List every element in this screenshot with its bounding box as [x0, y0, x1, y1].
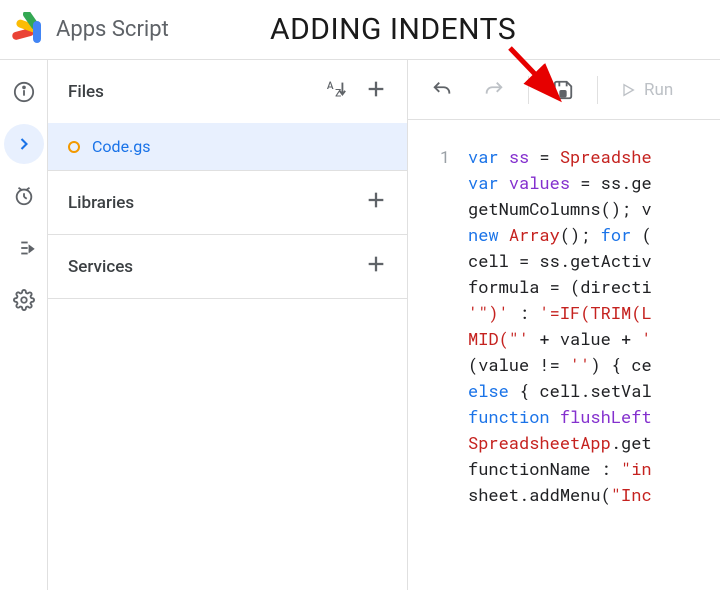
file-row-code-gs[interactable]: Code.gs	[48, 123, 407, 170]
run-label: Run	[644, 80, 673, 100]
run-button[interactable]: Run	[608, 80, 685, 100]
toolbar-separator	[528, 76, 529, 104]
code-editor[interactable]: 1 var ss = Spreadshevar values = ss.gege…	[408, 120, 720, 590]
editor-nav-icon[interactable]	[4, 124, 44, 164]
clock-icon[interactable]	[12, 184, 36, 208]
libraries-section-header: Libraries	[48, 171, 407, 234]
add-file-icon[interactable]	[365, 78, 387, 105]
add-library-icon[interactable]	[365, 189, 387, 216]
undo-button[interactable]	[418, 66, 466, 114]
editor-area: Run 1 var ss = Spreadshevar values = ss.…	[408, 60, 720, 590]
code-content[interactable]: var ss = Spreadshevar values = ss.gegetN…	[468, 144, 720, 590]
left-nav-rail	[0, 60, 48, 590]
info-icon[interactable]	[12, 80, 36, 104]
save-button[interactable]	[539, 66, 587, 114]
apps-script-logo	[10, 12, 46, 48]
unsaved-indicator-icon	[68, 141, 80, 153]
files-panel: Files AZ Code.gs Libraries	[48, 60, 408, 590]
line-gutter: 1	[408, 144, 468, 590]
file-name: Code.gs	[92, 137, 151, 156]
services-label: Services	[68, 257, 133, 277]
svg-text:Z: Z	[335, 88, 341, 99]
add-service-icon[interactable]	[365, 253, 387, 280]
sort-az-icon[interactable]: AZ	[325, 78, 347, 105]
libraries-label: Libraries	[68, 193, 134, 213]
editor-toolbar: Run	[408, 60, 720, 120]
files-label: Files	[68, 82, 104, 102]
settings-gear-icon[interactable]	[12, 288, 36, 312]
main-area: Files AZ Code.gs Libraries	[0, 60, 720, 590]
line-number: 1	[408, 144, 450, 170]
redo-button[interactable]	[470, 66, 518, 114]
executions-icon[interactable]	[12, 236, 36, 260]
svg-text:A: A	[327, 81, 334, 92]
annotation-heading: ADDING INDENTS	[270, 12, 516, 47]
files-section-header: Files AZ	[48, 60, 407, 123]
app-title: Apps Script	[56, 17, 169, 42]
toolbar-separator	[597, 76, 598, 104]
services-section-header: Services	[48, 235, 407, 298]
